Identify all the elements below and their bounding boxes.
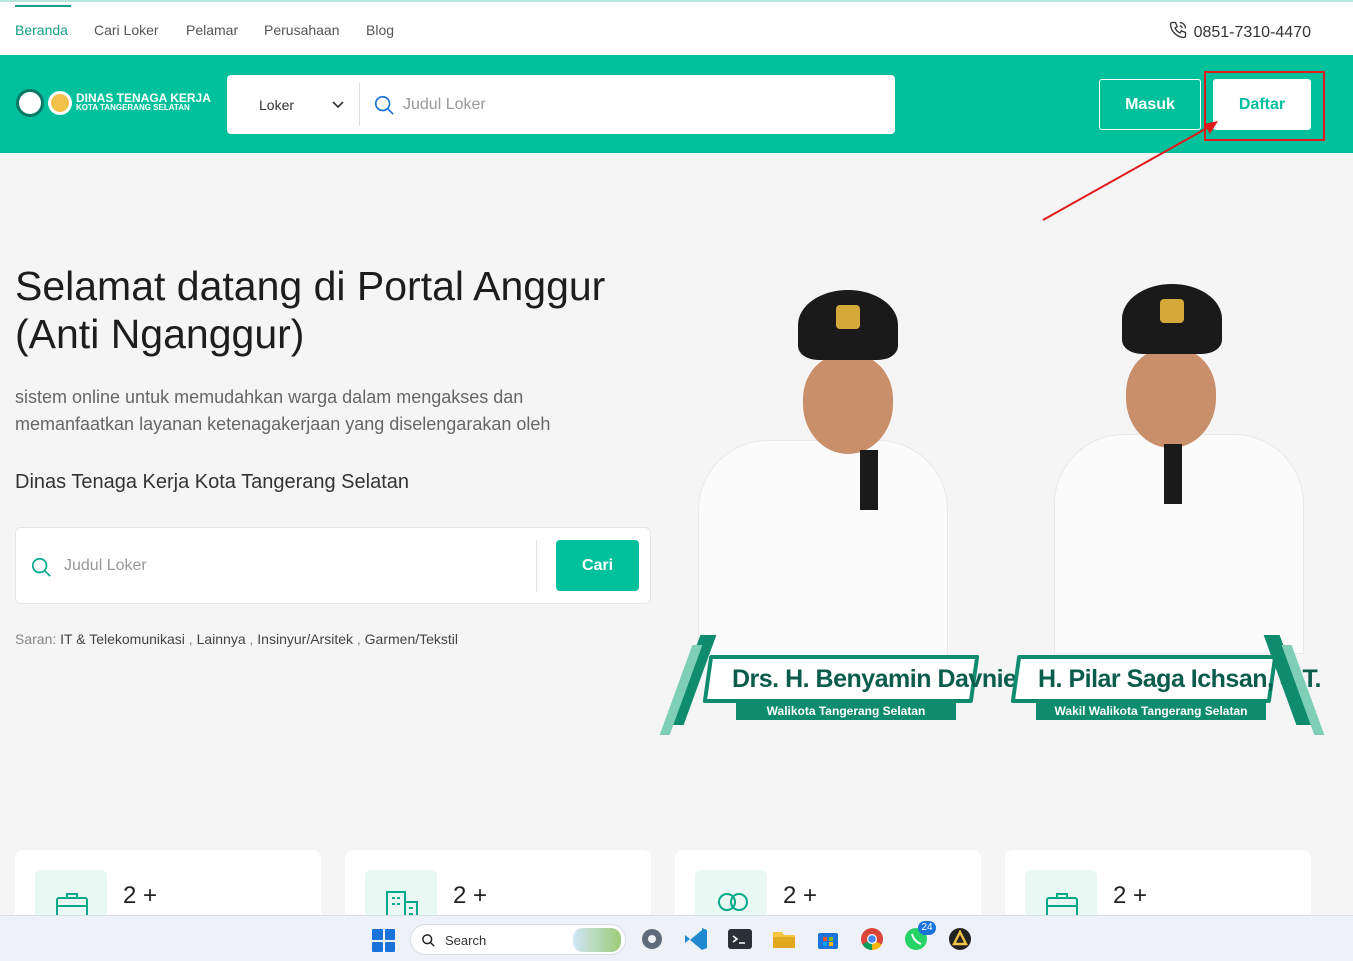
app-triangle-icon[interactable] <box>947 926 973 952</box>
search-divider <box>359 83 360 126</box>
stat-value: 2 + <box>783 882 818 909</box>
stat-value: 2 + <box>1113 882 1148 909</box>
official-banner-vice-mayor: H. Pilar Saga Ichsan, S.T. Wakil Walikot… <box>996 655 1321 721</box>
nav-link-pelamar[interactable]: Pelamar <box>186 22 238 38</box>
chrome-icon[interactable] <box>859 926 885 952</box>
nav-link-perusahaan[interactable]: Perusahaan <box>264 22 340 38</box>
search-button[interactable]: Cari <box>556 540 639 591</box>
officials-illustration: Drs. H. Benyamin Davnie Walikota Tangera… <box>659 284 1325 735</box>
phone-contact[interactable]: 0851-7310-4470 <box>1168 20 1311 45</box>
city-seal-icon <box>16 89 44 117</box>
official-role: Walikota Tangerang Selatan <box>736 703 956 720</box>
suggestion-tag[interactable]: IT & Telekomunikasi <box>60 631 185 647</box>
suggestion-tag[interactable]: Garmen/Tekstil <box>365 631 458 647</box>
search-icon <box>373 94 395 121</box>
taskbar: Search 24 <box>0 915 1353 961</box>
taskbar-search[interactable]: Search <box>410 924 626 955</box>
search-highlight-image <box>573 928 621 952</box>
top-nav: Beranda Cari Loker Pelamar Perusahaan Bl… <box>0 5 1353 55</box>
chevron-down-icon[interactable] <box>331 97 345 116</box>
windows-start-icon[interactable] <box>372 929 395 952</box>
official-name: Drs. H. Benyamin Davnie <box>732 665 1017 693</box>
store-icon[interactable] <box>815 926 841 952</box>
file-explorer-icon[interactable] <box>771 926 797 952</box>
hero-description: sistem online untuk memudahkan warga dal… <box>15 387 551 434</box>
hero-subtitle: Dinas Tenaga Kerja Kota Tangerang Selata… <box>15 471 409 493</box>
official-role: Wakil Walikota Tangerang Selatan <box>1036 703 1266 720</box>
phone-number: 0851-7310-4470 <box>1193 23 1311 41</box>
stat-value: 2 + <box>123 882 158 909</box>
agency-emblem-icon <box>48 91 72 115</box>
notification-badge: 24 <box>918 921 936 935</box>
settings-gear-icon[interactable] <box>639 926 665 952</box>
vscode-icon[interactable] <box>683 926 709 952</box>
hero-search-box: Cari <box>15 527 651 604</box>
official-photo-mayor <box>698 290 948 660</box>
search-divider <box>536 540 537 592</box>
nav-link-cari-loker[interactable]: Cari Loker <box>94 22 159 38</box>
nav-link-blog[interactable]: Blog <box>366 22 394 38</box>
suggestion-tag[interactable]: Lainnya <box>197 631 246 647</box>
taskbar-search-label: Search <box>445 933 487 948</box>
stat-value: 2 + <box>453 882 488 909</box>
logo-title: DINAS TENAGA KERJA <box>76 91 211 105</box>
terminal-icon[interactable] <box>727 926 753 952</box>
search-category-select[interactable]: Loker <box>259 97 294 113</box>
header-search-input[interactable] <box>403 89 873 121</box>
nav-active-indicator <box>15 5 71 7</box>
suggestion-tag[interactable]: Insinyur/Arsitek <box>257 631 353 647</box>
official-banner-mayor: Drs. H. Benyamin Davnie Walikota Tangera… <box>676 655 1017 721</box>
site-logo[interactable]: DINAS TENAGA KERJA KOTA TANGERANG SELATA… <box>16 89 211 117</box>
suggestions-label: Saran: <box>15 631 57 647</box>
hero-title: Selamat datang di Portal Anggur (Anti Ng… <box>15 263 606 357</box>
search-icon <box>421 933 436 953</box>
phone-icon <box>1168 20 1188 45</box>
annotation-arrow <box>1042 121 1218 221</box>
nav-link-beranda[interactable]: Beranda <box>15 22 68 38</box>
hero-search-input[interactable] <box>64 550 524 582</box>
search-suggestions: Saran: IT & Telekomunikasi , Lainnya , I… <box>15 631 459 647</box>
header-search-bar: Loker <box>227 75 895 134</box>
official-photo-vice-mayor <box>1054 284 1304 654</box>
search-icon <box>30 556 52 583</box>
